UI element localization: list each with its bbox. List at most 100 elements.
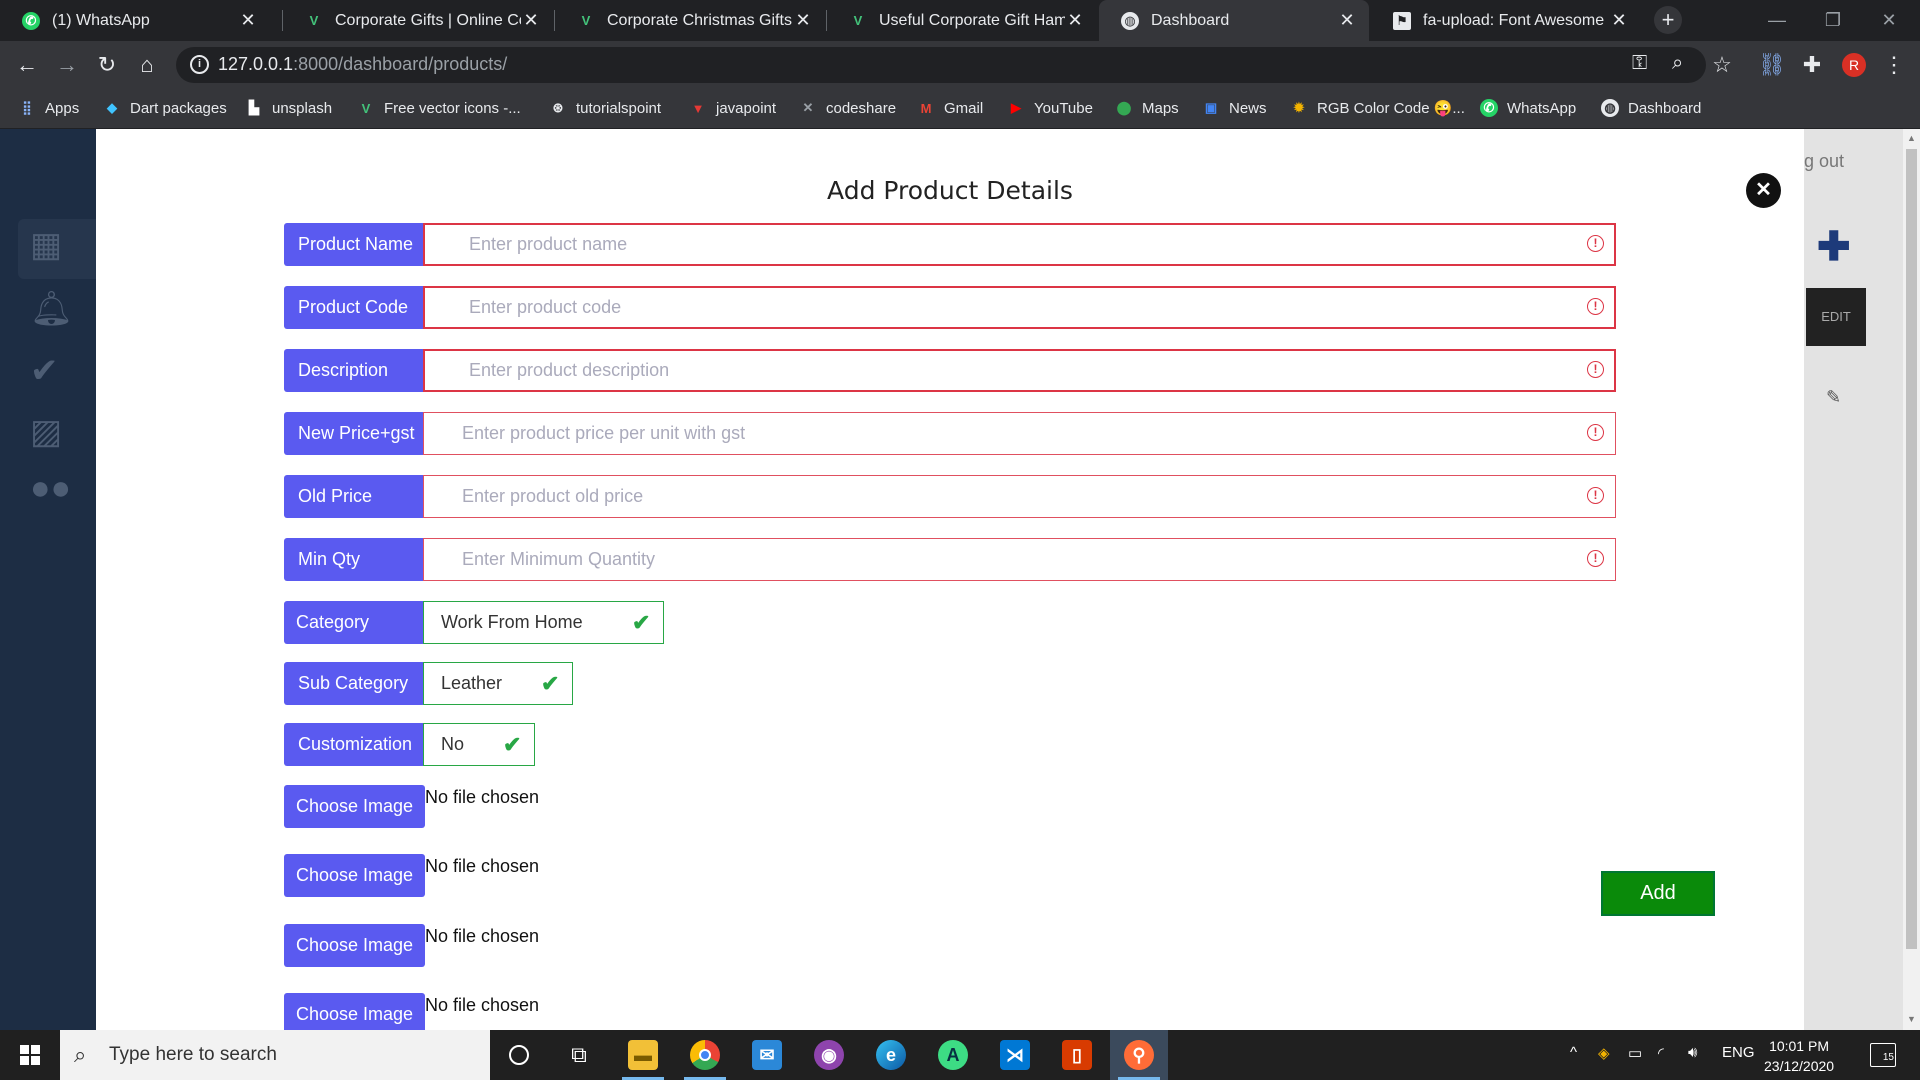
tab-dashboard[interactable]: ◍ Dashboard ✕ xyxy=(1099,0,1369,41)
link-extension-icon[interactable]: ⛓ xyxy=(1756,49,1788,81)
chrome-icon[interactable] xyxy=(676,1030,734,1080)
page-scrollbar[interactable]: ▲ ▼ xyxy=(1903,129,1920,1030)
new-tab-button[interactable]: + xyxy=(1654,6,1682,34)
tab-corporate-gifts[interactable]: V Corporate Gifts | Online Corp ✕ xyxy=(283,0,553,41)
min-qty-input[interactable]: Enter Minimum Quantity xyxy=(423,538,1616,581)
bookmark-dart[interactable]: ◆ Dart packages xyxy=(103,99,227,117)
choose-image-button[interactable]: Choose Image xyxy=(284,924,425,967)
category-select[interactable]: Work From Home xyxy=(423,601,664,644)
tab-christmas-gifts[interactable]: V Corporate Christmas Gifts Fo ✕ xyxy=(555,0,825,41)
menu-kebab-icon[interactable]: ⋮ xyxy=(1878,49,1910,81)
new-price-input[interactable]: Enter product price per unit with gst xyxy=(423,412,1616,455)
close-modal-button[interactable]: ✕ xyxy=(1746,173,1781,208)
close-icon[interactable]: ✕ xyxy=(521,10,541,31)
edit-button[interactable]: EDIT xyxy=(1806,288,1866,346)
tab-gift-hampers[interactable]: V Useful Corporate Gift Hampe ✕ xyxy=(827,0,1097,41)
bookmark-youtube[interactable]: ▶ YouTube xyxy=(1007,99,1093,117)
bookmark-gmail[interactable]: M Gmail xyxy=(917,99,984,117)
postman-app-icon[interactable]: ⚲ xyxy=(1110,1030,1168,1080)
bookmark-news[interactable]: ▣ News xyxy=(1202,99,1267,117)
bookmark-maps[interactable]: ⬤ Maps xyxy=(1115,99,1179,117)
bookmark-whatsapp[interactable]: ✆ WhatsApp xyxy=(1480,99,1576,117)
check-icon[interactable]: ✔ xyxy=(30,351,59,391)
bookmark-apps[interactable]: ⣿ Apps xyxy=(18,99,79,117)
old-price-row: Old Price Enter product old price ! xyxy=(284,475,1616,518)
tray-app-icon[interactable]: ◈ xyxy=(1598,1044,1610,1062)
info-icon[interactable]: i xyxy=(190,55,209,74)
scrollbar-thumb[interactable] xyxy=(1906,149,1917,949)
task-view-icon[interactable]: ⧉ xyxy=(550,1030,608,1080)
taskbar-search[interactable]: ⌕ Type here to search xyxy=(60,1030,490,1080)
minimize-icon[interactable]: — xyxy=(1746,0,1808,41)
address-bar[interactable]: i 127.0.0.1:8000/dashboard/products/ ⚿ ⌕ xyxy=(176,47,1706,83)
users-icon[interactable]: ●● xyxy=(30,469,71,508)
bookmark-unsplash[interactable]: ▙ unsplash xyxy=(245,99,332,117)
product-code-input[interactable]: Enter product code xyxy=(423,286,1616,329)
vscode-icon[interactable]: ⋊ xyxy=(986,1030,1044,1080)
edge-icon[interactable]: e xyxy=(862,1030,920,1080)
image-icon[interactable]: ▨ xyxy=(30,412,62,452)
bookmark-rgb-color-code[interactable]: ✹ RGB Color Code 😜... xyxy=(1290,99,1465,117)
close-icon[interactable]: ✕ xyxy=(238,10,258,31)
forward-icon[interactable]: → xyxy=(51,49,83,81)
cortana-icon[interactable] xyxy=(490,1030,548,1080)
extensions-icon[interactable]: ✚ xyxy=(1796,49,1828,81)
windows-start-icon[interactable] xyxy=(0,1030,60,1080)
tab-strip: ✆ (1) WhatsApp ✕ V Corporate Gifts | Onl… xyxy=(0,0,1920,41)
add-product-button[interactable]: Add xyxy=(1601,871,1715,916)
android-studio-icon[interactable]: A xyxy=(924,1030,982,1080)
github-desktop-icon[interactable]: ◉ xyxy=(800,1030,858,1080)
javapoint-icon: ▼ xyxy=(691,100,705,116)
image-upload-4: Choose Image No file chosen xyxy=(284,993,684,1030)
language-indicator[interactable]: ENG xyxy=(1722,1044,1755,1061)
file-explorer-icon[interactable]: ▬ xyxy=(614,1030,672,1080)
home-icon[interactable]: ⌂ xyxy=(131,49,163,81)
wifi-icon[interactable]: ◜ xyxy=(1658,1044,1664,1062)
tab-font-awesome[interactable]: ⚑ fa-upload: Font Awesome Ic ✕ xyxy=(1371,0,1641,41)
error-icon: ! xyxy=(1587,235,1604,252)
office-icon[interactable]: ▯ xyxy=(1048,1030,1106,1080)
profile-avatar[interactable]: R xyxy=(1842,53,1866,77)
mail-icon[interactable]: ✉ xyxy=(738,1030,796,1080)
file-status: No file chosen xyxy=(425,926,540,946)
bookmark-dashboard[interactable]: ◍ Dashboard xyxy=(1601,99,1701,117)
close-icon[interactable]: ✕ xyxy=(793,10,813,31)
tab-whatsapp[interactable]: ✆ (1) WhatsApp ✕ xyxy=(0,0,270,41)
key-icon[interactable]: ⚿ xyxy=(1632,52,1647,75)
bell-icon[interactable]: 🔔︎ xyxy=(30,289,73,329)
clock[interactable]: 10:01 PM 23/12/2020 xyxy=(1764,1036,1834,1076)
scroll-up-icon[interactable]: ▲ xyxy=(1907,133,1916,143)
logout-link[interactable]: g out xyxy=(1804,151,1844,172)
bookmark-tutorialspoint[interactable]: ⊛ tutorialspoint xyxy=(549,99,662,117)
battery-icon[interactable]: ▭ xyxy=(1628,1044,1642,1062)
bookmark-free-vector-icons[interactable]: V Free vector icons -... xyxy=(357,99,521,117)
choose-image-button[interactable]: Choose Image xyxy=(284,854,425,897)
description-input[interactable]: Enter product description xyxy=(423,349,1616,392)
window-close-icon[interactable]: ✕ xyxy=(1858,0,1920,41)
close-icon[interactable]: ✕ xyxy=(1337,10,1357,31)
restore-icon[interactable]: ❐ xyxy=(1802,0,1864,41)
image-upload-2: Choose Image No file chosen xyxy=(284,854,684,897)
product-name-input[interactable]: Enter product name xyxy=(423,223,1616,266)
old-price-input[interactable]: Enter product old price xyxy=(423,475,1616,518)
back-icon[interactable]: ← xyxy=(11,49,43,81)
edit-icon[interactable]: ✎ xyxy=(1826,387,1841,408)
notification-center-icon[interactable]: 15 xyxy=(1870,1043,1896,1067)
tray-chevron-icon[interactable]: ^ xyxy=(1570,1044,1577,1061)
bookmark-codeshare[interactable]: ✕ codeshare xyxy=(799,99,897,117)
bookmark-star-icon[interactable]: ☆ xyxy=(1706,49,1738,81)
close-icon[interactable]: ✕ xyxy=(1609,10,1629,31)
bookmark-javapoint[interactable]: ▼ javapoint xyxy=(689,99,776,117)
reload-icon[interactable]: ↻ xyxy=(91,49,123,81)
zoom-icon[interactable]: ⌕ xyxy=(1672,52,1683,75)
color-wheel-icon: ✹ xyxy=(1293,100,1305,115)
scroll-down-icon[interactable]: ▼ xyxy=(1907,1014,1916,1024)
globe-icon: ◍ xyxy=(1601,99,1619,117)
choose-image-button[interactable]: Choose Image xyxy=(284,785,425,828)
choose-image-button[interactable]: Choose Image xyxy=(284,993,425,1030)
close-icon[interactable]: ✕ xyxy=(1065,10,1085,31)
sub-category-row: Sub Category Leather ✔ xyxy=(284,662,604,705)
add-icon[interactable]: ✚ xyxy=(1817,224,1851,270)
volume-icon[interactable]: 🔊︎ xyxy=(1688,1044,1697,1061)
cubes-icon[interactable]: ▦ xyxy=(30,225,62,265)
